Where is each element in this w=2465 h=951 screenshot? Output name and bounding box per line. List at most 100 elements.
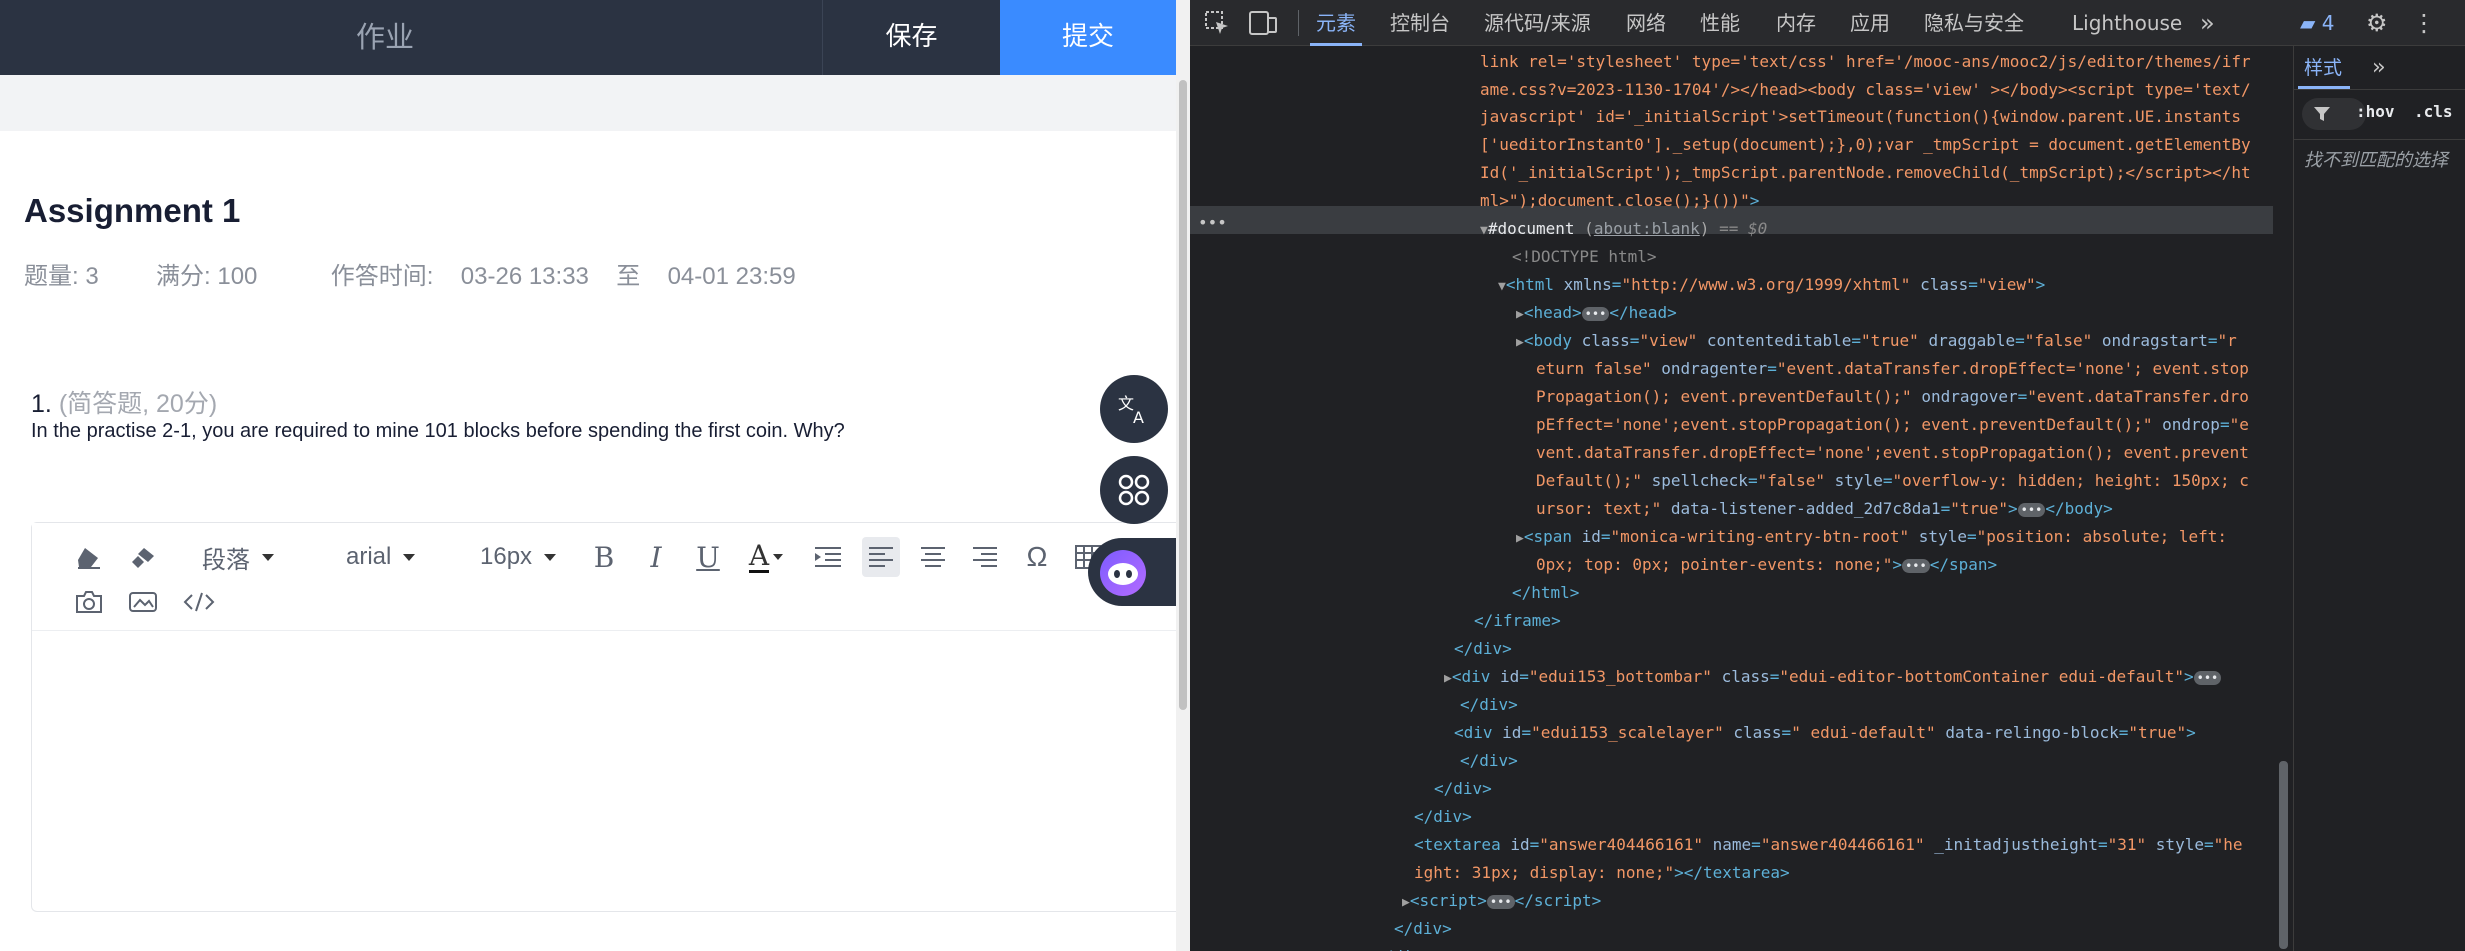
dom-line[interactable]: link rel='stylesheet' type='text/css' hr… — [1480, 48, 2251, 76]
cls-toggle[interactable]: .cls — [2414, 102, 2453, 121]
dom-line[interactable]: </div> — [1454, 635, 1512, 663]
question-text: In the practise 2-1, you are required to… — [31, 420, 845, 442]
device-toggle-icon[interactable] — [1248, 0, 1282, 46]
tab-memory[interactable]: 内存 — [1776, 0, 1816, 46]
align-left-icon[interactable] — [862, 537, 900, 577]
issues-count: 4 — [2321, 11, 2335, 35]
font-size-label: 16px — [480, 543, 533, 570]
svg-text:A: A — [1133, 408, 1144, 427]
dom-line[interactable]: <!DOCTYPE html> — [1512, 243, 1657, 271]
underline-button[interactable]: U — [688, 537, 728, 577]
special-chars-button[interactable]: Ω — [1018, 537, 1056, 577]
dom-line[interactable]: 0px; top: 0px; pointer-events: none;"> ••… — [1536, 551, 1997, 579]
apps-fab[interactable] — [1100, 456, 1168, 524]
eraser-icon[interactable] — [72, 541, 106, 575]
about-blank-link[interactable]: about:blank — [1594, 219, 1700, 238]
italic-button[interactable]: I — [636, 537, 676, 577]
top-bar: 作业 保存 提交 — [0, 0, 1176, 75]
align-right-icon[interactable] — [966, 537, 1004, 577]
dom-line[interactable]: vent.dataTransfer.dropEffect='none';even… — [1536, 439, 2249, 467]
tab-application[interactable]: 应用 — [1850, 0, 1890, 46]
dom-line[interactable]: Id('_initialScript');_tmpScript.parentNo… — [1480, 159, 2251, 187]
dom-line[interactable]: <textarea id="answer404466161" name="ans… — [1414, 831, 2243, 859]
font-size-select[interactable]: 16px — [480, 537, 557, 577]
question-count: 题量: 3 — [24, 263, 99, 290]
translate-icon: 文A — [1118, 394, 1144, 427]
editor-toolbar: 段落 arial 16px B I U A Ω — [32, 523, 1176, 631]
image-icon[interactable] — [126, 585, 160, 619]
dom-line[interactable]: </iframe> — [1474, 607, 1561, 635]
translate-fab[interactable]: 文A — [1100, 375, 1168, 443]
dom-line[interactable]: </div> — [1460, 691, 1518, 719]
tab-styles[interactable]: 样式 — [2304, 46, 2342, 90]
dom-line[interactable]: Default();" spellcheck="false" style="ov… — [1536, 467, 2249, 495]
inspect-element-icon[interactable] — [1204, 0, 1234, 46]
submit-button[interactable]: 提交 — [1000, 0, 1176, 75]
dom-line[interactable]: </div> — [1394, 915, 1452, 943]
tab-elements[interactable]: 元素 — [1310, 0, 1362, 46]
dom-line[interactable]: </html> — [1512, 579, 1579, 607]
svg-text:文: 文 — [1118, 394, 1134, 413]
tab-console[interactable]: 控制台 — [1390, 0, 1450, 46]
issues-badge[interactable]: ▰ 4 — [2300, 0, 2334, 46]
dom-line[interactable]: javascript' id='_initialScript'>setTimeo… — [1480, 103, 2241, 131]
settings-gear-icon[interactable]: ⚙ — [2366, 0, 2388, 46]
dom-line[interactable]: <div id="edui153_scalelayer" class=" edu… — [1454, 719, 2196, 747]
save-button[interactable]: 保存 — [822, 0, 1000, 75]
tab-network[interactable]: 网络 — [1626, 0, 1666, 46]
dom-line[interactable]: ▼<html xmlns="http://www.w3.org/1999/xht… — [1498, 271, 2045, 301]
bold-button[interactable]: B — [584, 537, 624, 577]
editor-body[interactable] — [32, 631, 1176, 911]
tab-lighthouse[interactable]: Lighthouse — [2072, 0, 2182, 46]
dom-tree[interactable]: link rel='stylesheet' type='text/css' hr… — [1190, 46, 2273, 951]
node-more-dots-icon[interactable]: ••• — [1198, 209, 1227, 237]
more-options-icon[interactable]: ⋮ — [2412, 0, 2436, 46]
dom-line[interactable]: </div> — [1434, 775, 1492, 803]
issues-icon: ▰ — [2300, 11, 2316, 35]
page-scrollbar-thumb[interactable] — [1179, 80, 1187, 710]
more-panes-chevron-icon[interactable]: » — [2372, 46, 2385, 90]
dom-line[interactable]: Propagation(); event.preventDefault();" … — [1536, 383, 2249, 411]
chevron-down-icon — [773, 554, 784, 560]
code-icon[interactable] — [180, 585, 218, 619]
font-color-button[interactable]: A — [740, 537, 792, 577]
dom-line[interactable]: </div> — [1460, 747, 1518, 775]
tab-sources[interactable]: 源代码/来源 — [1484, 0, 1591, 46]
page-scrollbar[interactable] — [1176, 0, 1190, 951]
dom-line[interactable]: pEffect='none';event.stopPropagation(); … — [1536, 411, 2249, 439]
dom-line[interactable]: ▶<script> ••• </script> — [1402, 887, 1601, 917]
page-title: 作业 — [355, 20, 414, 54]
assistant-widget[interactable] — [1088, 538, 1176, 606]
tab-performance[interactable]: 性能 — [1700, 0, 1740, 46]
answer-time-label: 作答时间: — [330, 263, 434, 290]
devtools-tabbar: 元素 控制台 源代码/来源 网络 性能 内存 应用 隐私与安全 Lighthou… — [1190, 0, 2465, 46]
dollar-zero: == $0 — [1719, 219, 1768, 238]
indent-icon[interactable] — [810, 539, 846, 575]
dom-line[interactable]: eturn false" ondragenter="event.dataTran… — [1536, 355, 2249, 383]
dom-line[interactable]: </div> — [1374, 943, 1432, 951]
dom-line[interactable]: ▶<div id="edui153_bottombar" class="edui… — [1444, 663, 2222, 693]
dom-line[interactable]: ml>");document.close();}())"> — [1480, 187, 1759, 215]
dom-tree-scrollbar-thumb[interactable] — [2279, 761, 2288, 949]
camera-icon[interactable] — [72, 585, 106, 619]
assignment-page: 作业 保存 提交 Assignment 1 题量: 3 满分: 100 作答时间… — [0, 0, 1176, 951]
more-tabs-chevron-icon[interactable]: » — [2200, 0, 2215, 46]
paragraph-select[interactable]: 段落 — [202, 537, 274, 577]
tab-privacy-security[interactable]: 隐私与安全 — [1924, 0, 2024, 46]
dom-line[interactable]: ight: 31px; display: none;"></textarea> — [1414, 859, 1790, 887]
hov-toggle[interactable]: :hov — [2356, 102, 2395, 121]
dom-line[interactable]: ursor: text;" data-listener-added_2d7c8d… — [1536, 495, 2113, 523]
answer-time-separator: 至 — [616, 263, 641, 290]
dom-line[interactable]: ▶<span id="monica-writing-entry-btn-root… — [1516, 523, 2227, 553]
dom-line[interactable]: ame.css?v=2023-1130-1704'/></head><body … — [1480, 76, 2251, 104]
format-painter-icon[interactable] — [126, 541, 160, 575]
dom-line[interactable]: ▶<body class="view" contenteditable="tru… — [1516, 327, 2237, 357]
dom-line[interactable]: ▶<head> ••• </head> — [1516, 299, 1677, 329]
align-center-icon[interactable] — [914, 537, 952, 577]
dom-line-document[interactable]: ▼#document (about:blank) == $0 — [1480, 215, 1767, 245]
dom-line[interactable]: </div> — [1414, 803, 1472, 831]
dom-line[interactable]: ['ueditorInstant0']._setup(document);},0… — [1480, 131, 2251, 159]
font-family-select[interactable]: arial — [346, 537, 416, 577]
dom-tree-scrollbar[interactable] — [2273, 46, 2293, 951]
chevron-down-icon — [403, 553, 416, 561]
